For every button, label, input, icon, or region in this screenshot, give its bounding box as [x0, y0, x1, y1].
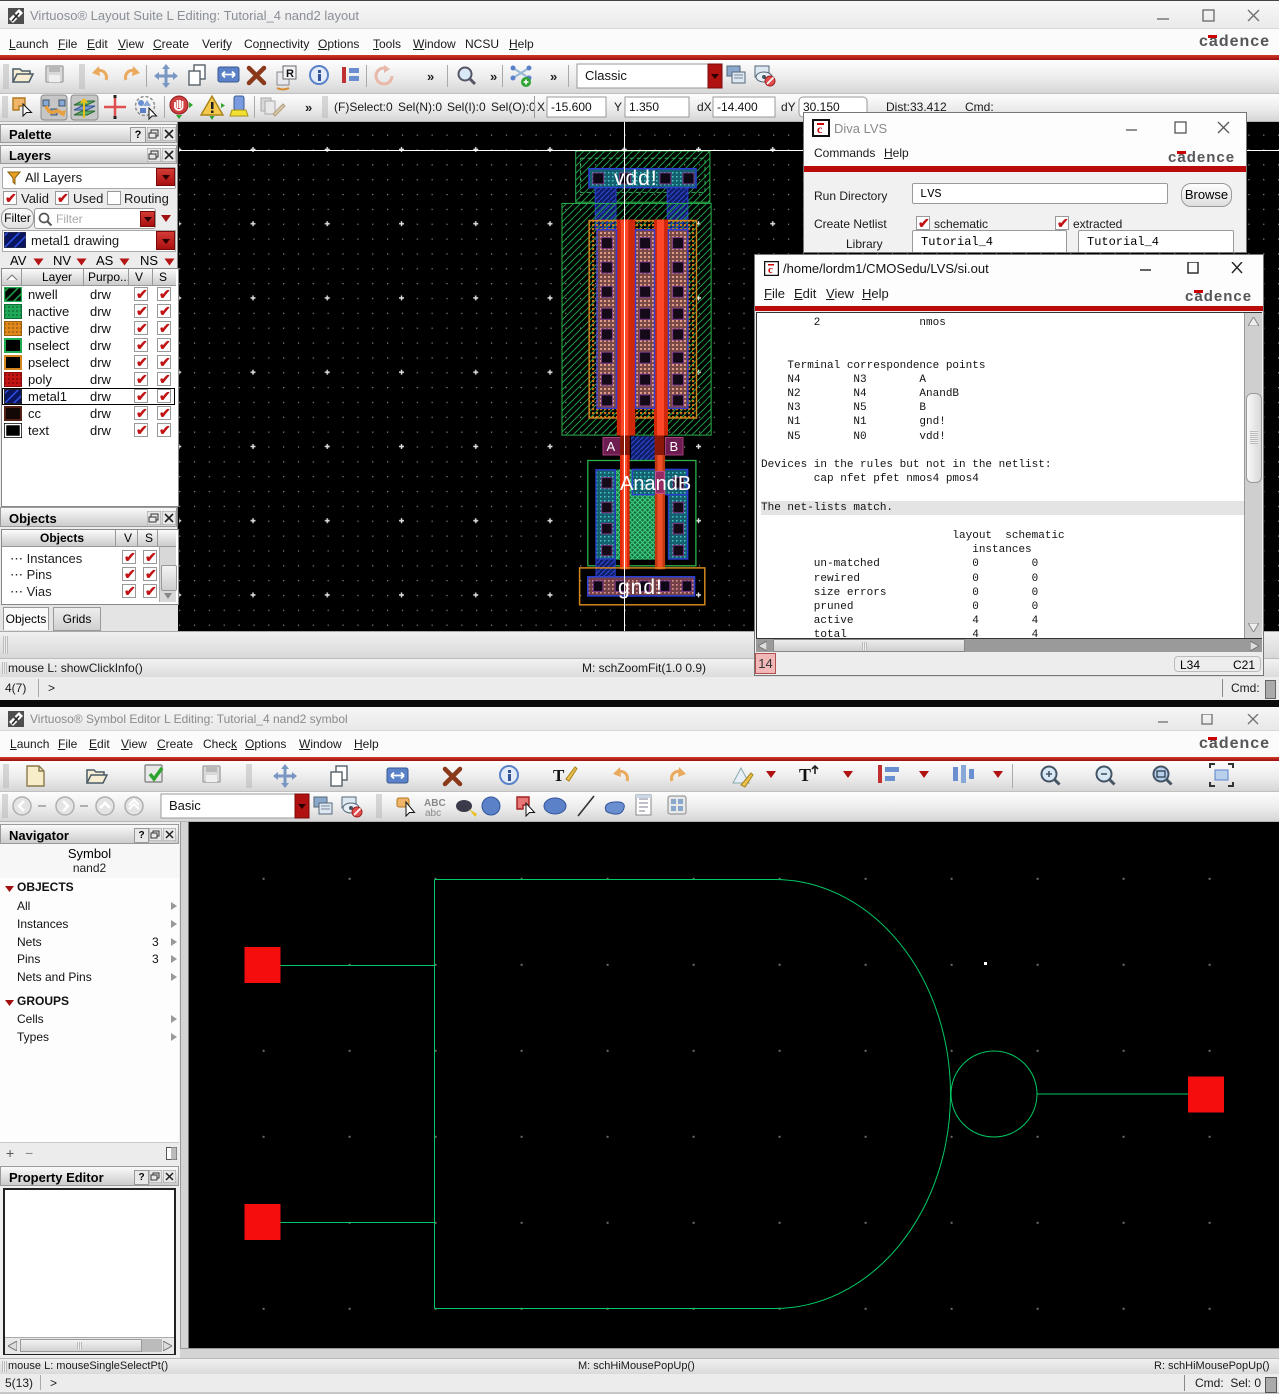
svg-text:(F)Select:0: (F)Select:0 — [334, 100, 393, 114]
svg-text:A: A — [607, 439, 616, 454]
svg-text:abc: abc — [425, 808, 441, 819]
svg-text:»: » — [550, 69, 557, 84]
svg-text:Sel(I):0: Sel(I):0 — [447, 100, 486, 114]
svg-text:»: » — [427, 69, 434, 84]
svg-text:1.350: 1.350 — [629, 100, 659, 114]
svg-text:-14.400: -14.400 — [717, 100, 758, 114]
svg-text:dY: dY — [781, 100, 796, 114]
svg-text:Sel(O):0: Sel(O):0 — [491, 100, 536, 114]
svg-text:-15.600: -15.600 — [551, 100, 592, 114]
svg-text:X: X — [537, 100, 545, 114]
svg-text:Basic: Basic — [169, 798, 201, 813]
svg-text:Sel(N):0: Sel(N):0 — [398, 100, 442, 114]
svg-text:T: T — [799, 765, 811, 785]
svg-text:Classic: Classic — [585, 68, 627, 83]
svg-text:R: R — [286, 68, 294, 80]
svg-text:AnandB: AnandB — [620, 473, 691, 495]
svg-text:»: » — [490, 69, 497, 84]
svg-text:vdd!: vdd! — [614, 167, 658, 190]
svg-text:T: T — [553, 766, 565, 785]
svg-text:c: c — [768, 264, 773, 276]
svg-text:»: » — [305, 100, 312, 115]
svg-text:Y: Y — [614, 100, 622, 114]
svg-text:B: B — [670, 439, 679, 454]
svg-text:dX: dX — [697, 100, 712, 114]
